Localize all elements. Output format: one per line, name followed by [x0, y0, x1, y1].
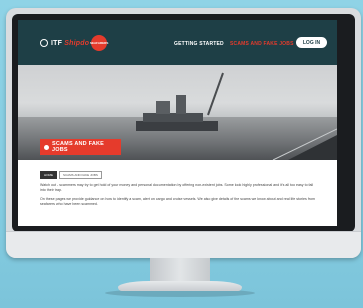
nav-link-scams-and-fake-jobs[interactable]: SCAMS AND FAKE JOBS — [230, 41, 294, 47]
logo-badge-text: SEAFARERS — [90, 41, 109, 45]
nav-link-getting-started[interactable]: GETTING STARTED — [174, 41, 224, 47]
monitor-chin — [6, 231, 361, 258]
top-navigation: ITF Shipdo SEAFARERS GETTING STARTED SCA… — [18, 20, 337, 65]
page-content: HOME SCAMS AND FAKE JOBS Watch out - sca… — [18, 160, 337, 207]
alert-icon — [44, 144, 49, 150]
guidance-paragraph: On these pages we provide guidance on ho… — [40, 197, 316, 206]
intro-paragraph: Watch out - scammers may try to get hold… — [40, 183, 314, 192]
logo-prefix: ITF — [51, 39, 63, 47]
site-logo[interactable]: ITF Shipdo SEAFARERS — [40, 35, 109, 51]
vessel-tower — [176, 95, 186, 114]
ship-deck-foreground — [288, 135, 337, 160]
breadcrumb-current: SCAMS AND FAKE JOBS — [59, 171, 102, 179]
monitor-stand-base — [118, 281, 242, 291]
crane-boom — [207, 72, 224, 116]
monitor: ITF Shipdo SEAFARERS GETTING STARTED SCA… — [6, 8, 361, 258]
vessel-deck — [143, 113, 203, 122]
breadcrumb-home[interactable]: HOME — [40, 171, 57, 179]
hero-image: SCAMS AND FAKE JOBS — [18, 65, 337, 160]
vessel-structure — [156, 101, 170, 114]
hero-banner: SCAMS AND FAKE JOBS — [40, 139, 121, 155]
browser-screen: ITF Shipdo SEAFARERS GETTING STARTED SCA… — [18, 20, 337, 226]
logo-badge: SEAFARERS — [90, 35, 109, 51]
hero-banner-label: SCAMS AND FAKE JOBS — [51, 141, 105, 153]
vessel-hull — [136, 121, 218, 131]
globe-icon — [40, 39, 48, 47]
login-button[interactable]: LOG IN — [296, 37, 327, 48]
breadcrumb: HOME SCAMS AND FAKE JOBS — [40, 171, 315, 179]
logo-text: ITF Shipdo — [51, 40, 89, 47]
logo-name: Shipdo — [64, 39, 90, 47]
